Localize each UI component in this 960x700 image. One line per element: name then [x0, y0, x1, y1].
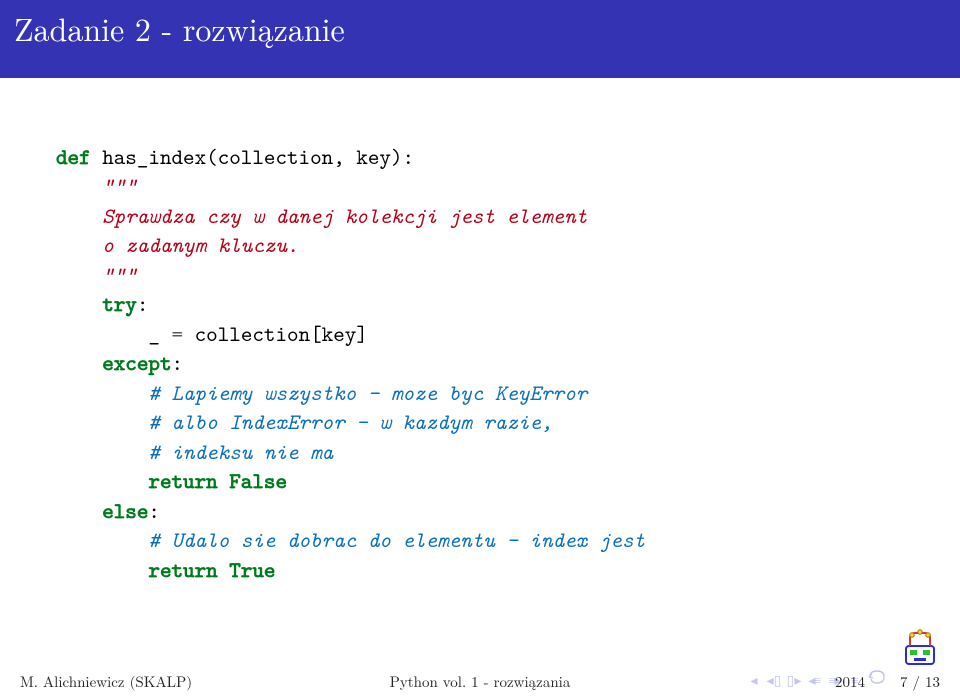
title-bar: Zadanie 2 - rozwiązanie [0, 0, 960, 78]
footer: M. Alichniewicz (SKALP) Python vol. 1 - … [0, 671, 960, 692]
code-block: def has_index(collection, key): """ Spra… [0, 78, 960, 584]
footer-title: Python vol. 1 - rozwiązania [327, 671, 634, 692]
footer-page: 7 / 13 [900, 671, 940, 692]
code-listing: def has_index(collection, key): """ Spra… [56, 142, 916, 584]
keyword-def: def [56, 142, 91, 171]
footer-author: M. Alichniewicz (SKALP) [20, 671, 327, 692]
slide-title: Zadanie 2 - rozwiązanie [14, 6, 946, 51]
logo-icon [900, 628, 940, 668]
footer-year: 2014 [835, 671, 865, 692]
slide: Zadanie 2 - rozwiązanie def has_index(co… [0, 0, 960, 700]
footer-right: 2014 7 / 13 [633, 671, 940, 692]
